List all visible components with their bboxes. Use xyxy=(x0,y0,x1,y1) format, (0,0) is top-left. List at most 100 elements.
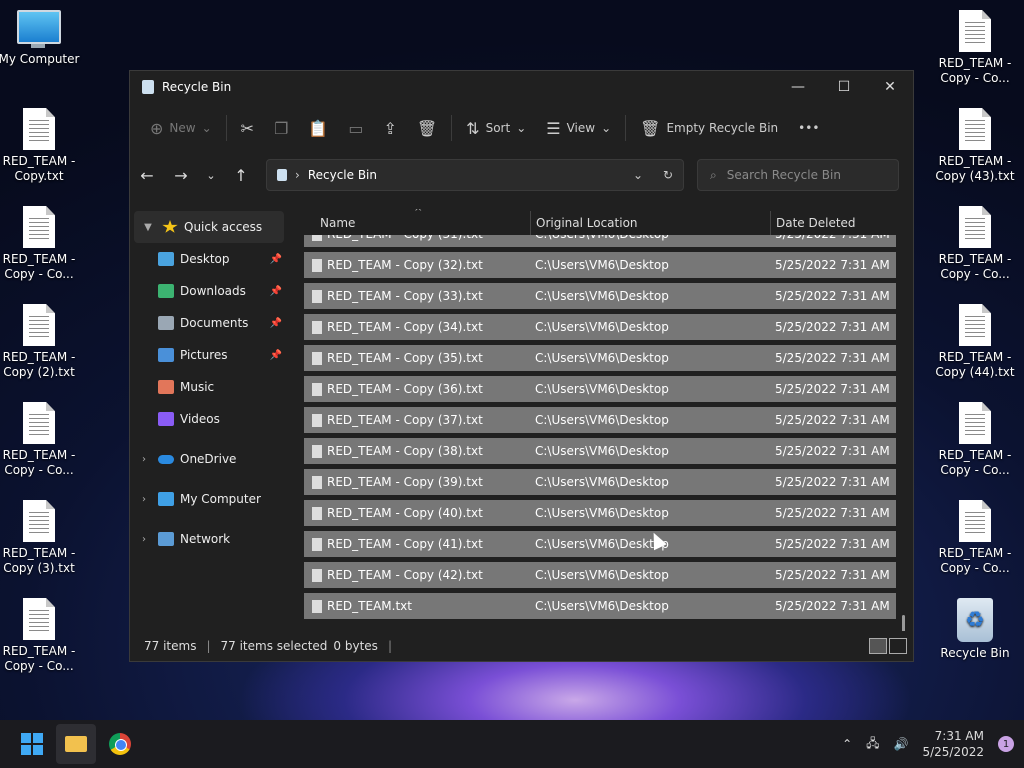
text-file-icon xyxy=(312,568,322,582)
nav-item-pictures[interactable]: Pictures 📌 xyxy=(130,339,288,371)
breadcrumb-recycle-bin[interactable]: Recycle Bin xyxy=(308,168,377,182)
copy-button[interactable]: ❐ xyxy=(264,112,298,144)
text-file-icon xyxy=(312,258,322,272)
view-button[interactable]: ☰ View ⌄ xyxy=(536,112,621,144)
column-divider[interactable] xyxy=(530,211,531,235)
desktop-icon-doc[interactable]: RED_TEAM - Copy (43).txt xyxy=(934,108,1016,184)
network-status-icon[interactable]: 🖧 xyxy=(866,734,879,755)
star-icon xyxy=(162,220,178,233)
nav-my-computer[interactable]: › My Computer xyxy=(130,483,288,515)
file-explorer-taskbar-button[interactable] xyxy=(56,724,96,764)
column-divider[interactable] xyxy=(770,211,771,235)
nav-item-documents[interactable]: Documents 📌 xyxy=(130,307,288,339)
chevron-right-icon[interactable]: › xyxy=(130,494,158,505)
tiles-view-icon[interactable] xyxy=(889,638,907,654)
more-options-button[interactable]: ••• xyxy=(788,112,829,144)
desktop-icon-doc[interactable]: RED_TEAM - Copy - Co... xyxy=(934,10,1016,86)
address-dropdown-chevron-icon[interactable]: ⌄ xyxy=(623,168,653,182)
sort-button[interactable]: ⇅ Sort ⌄ xyxy=(456,112,536,144)
chrome-taskbar-button[interactable] xyxy=(100,724,140,764)
empty-recycle-bin-button[interactable]: 🗑 Empty Recycle Bin xyxy=(630,112,788,144)
nav-label: OneDrive xyxy=(180,452,237,466)
column-original-location[interactable]: Original Location xyxy=(536,216,638,230)
table-row[interactable]: RED_TEAM - Copy (41).txt C:\Users\VM6\Des… xyxy=(304,531,896,557)
desktop-icon-doc[interactable]: RED_TEAM - Copy (3).txt xyxy=(0,500,80,576)
desktop-icon-doc[interactable]: RED_TEAM - Copy - Co... xyxy=(934,206,1016,282)
share-button[interactable]: ⇪ xyxy=(373,112,406,144)
table-row[interactable]: RED_TEAM - Copy (40).txt C:\Users\VM6\Des… xyxy=(304,500,896,526)
desktop-icon-doc[interactable]: RED_TEAM - Copy (2).txt xyxy=(0,304,80,380)
back-arrow-icon[interactable]: ← xyxy=(130,166,164,185)
table-row[interactable]: RED_TEAM - Copy (36).txt C:\Users\VM6\Des… xyxy=(304,376,896,402)
up-arrow-icon[interactable]: ↑ xyxy=(224,166,258,185)
chevron-right-icon[interactable]: › xyxy=(130,534,158,545)
date-deleted: 5/25/2022 7:31 AM xyxy=(775,320,890,334)
recycle-bin-window: Recycle Bin — ☐ ✕ ⊕ New ⌄ ✂ ❐ 📋 ▭ ⇪ 🗑 ⇅ … xyxy=(129,70,914,662)
column-date-deleted[interactable]: Date Deleted xyxy=(776,216,856,230)
desktop-icon-doc[interactable]: RED_TEAM - Copy - Co... xyxy=(934,500,1016,576)
vertical-scrollbar[interactable] xyxy=(902,615,905,631)
chevron-right-icon[interactable]: › xyxy=(130,454,158,465)
table-row[interactable]: RED_TEAM - Copy (32).txt C:\Users\VM6\Des… xyxy=(304,252,896,278)
desktop-icon-doc[interactable]: RED_TEAM - Copy - Co... xyxy=(0,402,80,478)
show-hidden-icons-chevron-icon[interactable]: ⌃ xyxy=(842,737,852,751)
selected-count: 77 items selected xyxy=(220,639,328,653)
nav-item-videos[interactable]: Videos xyxy=(130,403,288,435)
date-deleted: 5/25/2022 7:31 AM xyxy=(775,351,890,365)
address-bar[interactable]: › Recycle Bin ⌄ ↻ xyxy=(266,159,684,191)
volume-icon[interactable]: 🔊 xyxy=(894,737,909,751)
desktop-icon-doc[interactable]: RED_TEAM - Copy - Co... xyxy=(0,598,80,674)
windows-logo-icon xyxy=(21,733,43,755)
start-button[interactable] xyxy=(12,724,52,764)
clock[interactable]: 7:31 AM 5/25/2022 xyxy=(922,728,984,760)
table-row[interactable]: RED_TEAM - Copy (33).txt C:\Users\VM6\Des… xyxy=(304,283,896,309)
nav-item-downloads[interactable]: Downloads 📌 xyxy=(130,275,288,307)
desktop-icon-doc[interactable]: RED_TEAM - Copy (44).txt xyxy=(934,304,1016,380)
network-icon xyxy=(158,532,174,546)
delete-button[interactable]: 🗑 xyxy=(407,112,447,144)
file-name: RED_TEAM - Copy (35).txt xyxy=(327,351,483,365)
cloud-icon xyxy=(158,454,174,464)
table-row[interactable]: RED_TEAM.txt C:\Users\VM6\Desktop 5/25/202… xyxy=(304,593,896,619)
text-file-icon xyxy=(23,108,55,150)
desktop-icon-label: RED_TEAM - Copy (2).txt xyxy=(2,350,76,379)
forward-arrow-icon[interactable]: → xyxy=(164,166,198,185)
maximize-button[interactable]: ☐ xyxy=(821,71,867,103)
new-button[interactable]: ⊕ New ⌄ xyxy=(140,112,222,144)
text-file-icon xyxy=(312,289,322,303)
refresh-icon[interactable]: ↻ xyxy=(653,168,683,182)
nav-network[interactable]: › Network xyxy=(130,523,288,555)
paste-button[interactable]: 📋 xyxy=(298,112,338,144)
desktop-icon-doc[interactable]: RED_TEAM - Copy.txt xyxy=(0,108,80,184)
file-name: RED_TEAM - Copy (40).txt xyxy=(327,506,483,520)
table-row[interactable]: RED_TEAM - Copy (39).txt C:\Users\VM6\Des… xyxy=(304,469,896,495)
notification-badge[interactable]: 1 xyxy=(998,736,1014,752)
cut-button[interactable]: ✂ xyxy=(231,112,264,144)
title-bar[interactable]: Recycle Bin — ☐ ✕ xyxy=(130,71,913,103)
table-row[interactable]: RED_TEAM - Copy (35).txt C:\Users\VM6\Des… xyxy=(304,345,896,371)
pin-icon: 📌 xyxy=(269,253,282,265)
table-row[interactable]: RED_TEAM - Copy (34).txt C:\Users\VM6\Des… xyxy=(304,314,896,340)
nav-onedrive[interactable]: › OneDrive xyxy=(130,443,288,475)
table-row[interactable]: RED_TEAM - Copy (38).txt C:\Users\VM6\Des… xyxy=(304,438,896,464)
minimize-button[interactable]: — xyxy=(775,71,821,103)
table-row[interactable]: RED_TEAM - Copy (31).txt C:\Users\VM6\Des… xyxy=(304,235,896,247)
column-name[interactable]: Name xyxy=(320,216,355,230)
table-row[interactable]: RED_TEAM - Copy (37).txt C:\Users\VM6\Des… xyxy=(304,407,896,433)
table-row[interactable]: RED_TEAM - Copy (42).txt C:\Users\VM6\Des… xyxy=(304,562,896,588)
cut-icon: ✂ xyxy=(240,118,255,138)
nav-quick-access[interactable]: ▼ Quick access xyxy=(134,211,284,243)
desktop-icon-doc[interactable]: RED_TEAM - Copy - Co... xyxy=(934,402,1016,478)
nav-item-music[interactable]: Music xyxy=(130,371,288,403)
nav-item-desktop[interactable]: Desktop 📌 xyxy=(130,243,288,275)
rename-button[interactable]: ▭ xyxy=(338,112,373,144)
details-view-icon[interactable] xyxy=(869,638,887,654)
close-button[interactable]: ✕ xyxy=(867,71,913,103)
recent-locations-chevron-icon[interactable]: ⌄ xyxy=(198,169,224,182)
search-input[interactable]: ⌕ Search Recycle Bin xyxy=(697,159,899,191)
desktop-icon-monitor[interactable]: My Computer xyxy=(0,10,80,67)
chevron-down-icon[interactable]: ▼ xyxy=(134,222,162,233)
desktop-icon-bin[interactable]: ♻ Recycle Bin xyxy=(934,598,1016,661)
file-list: Name ^ Original Location Date Deleted RE… xyxy=(288,209,913,631)
desktop-icon-doc[interactable]: RED_TEAM - Copy - Co... xyxy=(0,206,80,282)
